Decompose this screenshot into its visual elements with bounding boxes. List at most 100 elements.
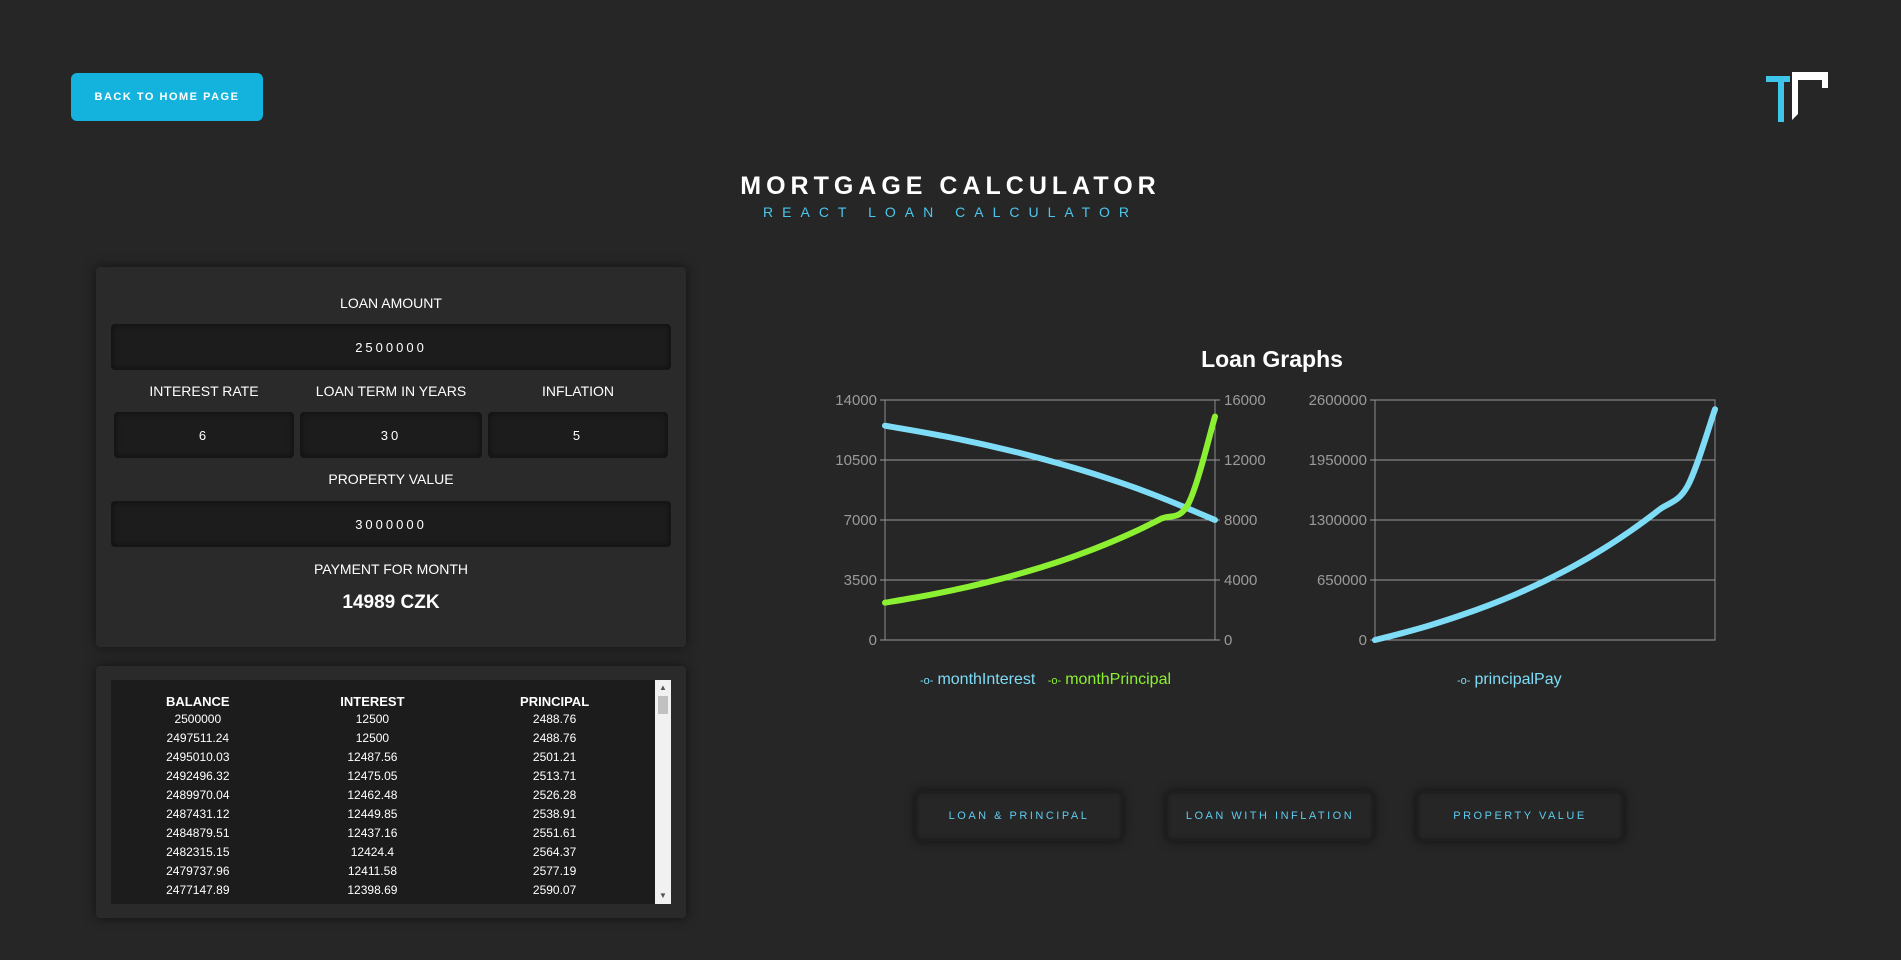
property-value-input[interactable]	[111, 501, 671, 547]
loan-term-input[interactable]	[300, 412, 482, 458]
loan-principal-button[interactable]: LOAN & PRINCIPAL	[915, 791, 1123, 841]
amortization-table-scroll[interactable]: BALANCE INTEREST PRINCIPAL 2500000 12500 2…	[111, 680, 671, 904]
balance-cell: 2479737.96	[166, 864, 230, 878]
table-row: 2497511.24 12500 2488.76	[111, 729, 649, 748]
legend-month-interest[interactable]: -o-monthInterest	[920, 671, 1035, 688]
interest-cell: 12500	[355, 731, 390, 745]
balance-cell: 2492496.32	[166, 769, 230, 783]
scroll-thumb[interactable]	[658, 696, 668, 714]
principal-cell: 2577.19	[532, 864, 577, 878]
table-scrollbar[interactable]: ▲ ▼	[655, 680, 671, 904]
y2-tick-label: 16000	[1224, 392, 1266, 409]
table-header-row: BALANCE INTEREST PRINCIPAL	[111, 692, 649, 710]
balance-cell: 2484879.51	[166, 826, 230, 840]
table-row: 2492496.32 12475.05 2513.71	[111, 767, 649, 786]
amortization-panel: BALANCE INTEREST PRINCIPAL 2500000 12500 2…	[96, 666, 686, 918]
interest-cell: 12487.56	[347, 750, 398, 764]
interest-rate-input[interactable]	[114, 412, 294, 458]
interest-header: INTEREST	[340, 694, 405, 709]
legend-marker-icon: -o-	[920, 675, 934, 687]
y-tick-label: 1950000	[1309, 452, 1367, 469]
interest-cell: 12411.58	[347, 864, 397, 878]
y-tick-label: 14000	[835, 392, 877, 409]
balance-cell: 2497511.24	[166, 731, 230, 745]
chart2-legend: -o-principalPay	[1457, 671, 1562, 689]
loan-form-panel: LOAN AMOUNT INTEREST RATE LOAN TERM IN Y…	[96, 267, 686, 647]
balance-cell: 2487431.12	[166, 807, 230, 821]
interest-cell: 12475.05	[347, 769, 398, 783]
page-header: MORTGAGE CALCULATOR REACT LOAN CALCULATO…	[0, 172, 1901, 220]
loan-amount-label: LOAN AMOUNT	[340, 295, 442, 311]
y-tick-label: 0	[869, 632, 877, 649]
legend-marker-icon: -o-	[1457, 675, 1471, 687]
principal-cell: 2513.71	[532, 769, 577, 783]
table-row: 2484879.51 12437.16 2551.61	[111, 824, 649, 843]
y2-tick-label: 4000	[1224, 572, 1257, 589]
payment-label: PAYMENT FOR MONTH	[314, 561, 468, 577]
series-line-principalPay	[1372, 406, 1718, 643]
logo-icon	[1766, 72, 1828, 122]
table-row: 2489970.04 12462.48 2526.28	[111, 786, 649, 805]
principal-cell: 2488.76	[532, 731, 577, 745]
page-subtitle: REACT LOAN CALCULATOR	[763, 204, 1138, 220]
y-tick-label: 10500	[835, 452, 877, 469]
legend-marker-icon: -o-	[1047, 675, 1062, 687]
interest-cell: 12449.85	[347, 807, 398, 821]
interest-cell: 12462.48	[347, 788, 398, 802]
monthly-payment-value: 14989 CZK	[342, 592, 440, 613]
legend-principal-pay[interactable]: -o-principalPay	[1457, 671, 1562, 688]
interest-rate-label: INTEREST RATE	[149, 383, 259, 399]
balance-cell: 2489970.04	[166, 788, 230, 802]
y-tick-label: 3500	[844, 572, 877, 589]
series-line-monthPrincipal	[882, 413, 1218, 606]
loan-inflation-button[interactable]: LOAN WITH INFLATION	[1166, 791, 1374, 841]
series-line-monthInterest	[882, 422, 1218, 523]
interest-cell: 12424.4	[350, 845, 395, 859]
y2-tick-label: 0	[1224, 632, 1232, 649]
legend-month-principal[interactable]: -o-monthPrincipal	[1048, 671, 1171, 688]
graph-title: Loan Graphs	[1201, 346, 1343, 372]
scroll-up-arrow-icon[interactable]: ▲	[655, 680, 671, 696]
property-value-label: PROPERTY VALUE	[328, 471, 454, 487]
principal-cell: 2564.37	[532, 845, 577, 859]
table-row: 2479737.96 12411.58 2577.19	[111, 862, 649, 881]
loan-term-label: LOAN TERM IN YEARS	[315, 383, 467, 399]
balance-header: BALANCE	[166, 694, 230, 709]
inflation-input[interactable]	[488, 412, 668, 458]
y-tick-label: 0	[1359, 632, 1367, 649]
principal-cell: 2488.76	[532, 712, 577, 726]
principal-cell: 2526.28	[532, 788, 577, 802]
y-tick-label: 650000	[1317, 572, 1367, 589]
table-row: 2495010.03 12487.56 2501.21	[111, 748, 649, 767]
interest-cell: 12437.16	[347, 826, 398, 840]
table-row: 2487431.12 12449.85 2538.91	[111, 805, 649, 824]
amortization-table: BALANCE INTEREST PRINCIPAL 2500000 12500 2…	[111, 692, 649, 900]
table-row: 2477147.89 12398.69 2590.07	[111, 881, 649, 900]
inflation-label: INFLATION	[541, 383, 615, 399]
principal-pay-chart: 0 650000 1300000 1950000 2600000	[1309, 392, 1718, 649]
principal-cell: 2551.61	[532, 826, 577, 840]
back-to-home-button[interactable]: BACK TO HOME PAGE	[71, 73, 263, 121]
interest-cell: 12398.69	[347, 883, 398, 897]
scroll-down-arrow-icon[interactable]: ▼	[655, 888, 671, 904]
balance-cell: 2495010.03	[166, 750, 230, 764]
table-row: 2500000 12500 2488.76	[111, 710, 649, 729]
interest-cell: 12500	[355, 712, 390, 726]
y-tick-label: 1300000	[1309, 512, 1367, 529]
principal-cell: 2538.91	[532, 807, 577, 821]
loan-amount-input[interactable]	[111, 324, 671, 370]
balance-cell: 2477147.89	[166, 883, 230, 897]
loan-principal-chart: 0 3500 7000 10500 14000 0 4000 8000 12000 16000	[835, 392, 1266, 649]
principal-cell: 2590.07	[532, 883, 577, 897]
property-value-button[interactable]: PROPERTY VALUE	[1416, 791, 1624, 841]
principal-header: PRINCIPAL	[520, 694, 590, 709]
page-title: MORTGAGE CALCULATOR	[740, 172, 1161, 200]
chart1-legend: -o-monthInterest -o-monthPrincipal	[920, 671, 1171, 689]
y2-tick-label: 12000	[1224, 452, 1266, 469]
principal-cell: 2501.21	[532, 750, 577, 764]
table-row: 2482315.15 12424.4 2564.37	[111, 843, 649, 862]
y2-tick-label: 8000	[1224, 512, 1257, 529]
balance-cell: 2500000	[174, 712, 222, 726]
y-tick-label: 7000	[844, 512, 877, 529]
y-tick-label: 2600000	[1309, 392, 1367, 409]
